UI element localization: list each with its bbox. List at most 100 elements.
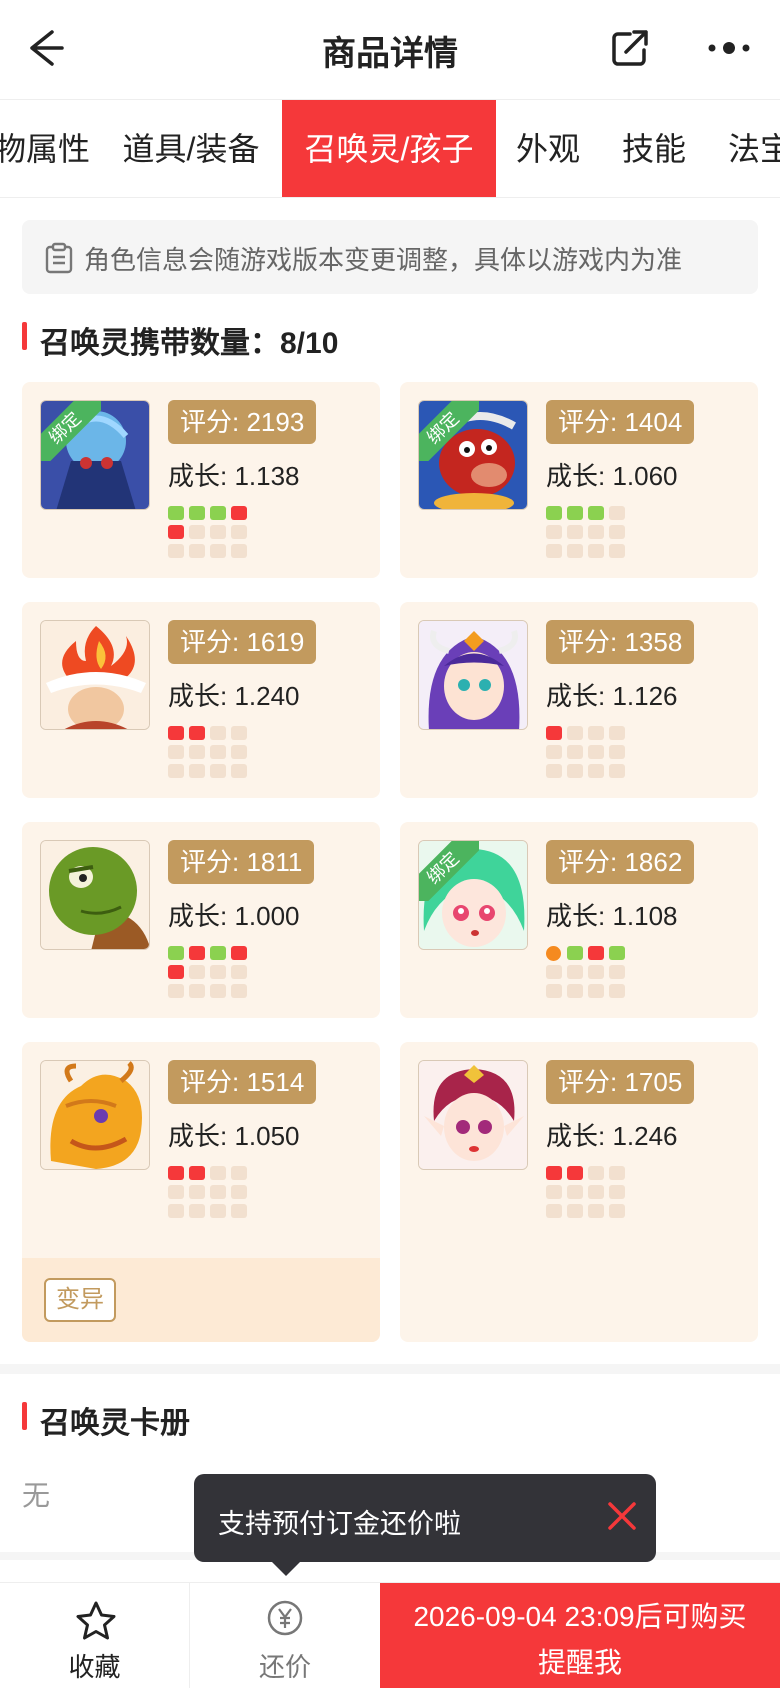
aptitude-dot bbox=[567, 544, 583, 558]
tab-items-equipment[interactable]: 道具/装备 bbox=[110, 100, 272, 197]
bind-badge: 绑定 bbox=[419, 841, 479, 901]
summon-card[interactable]: 评分: 1705 成长: 1.246 bbox=[400, 1042, 758, 1342]
aptitude-dot bbox=[609, 764, 625, 778]
aptitude-dot bbox=[210, 745, 226, 759]
aptitude-dot bbox=[210, 764, 226, 778]
aptitude-dot bbox=[567, 1166, 583, 1180]
star-icon bbox=[76, 1601, 116, 1640]
aptitude-dot bbox=[567, 1185, 583, 1199]
aptitude-dot bbox=[189, 544, 205, 558]
aptitude-dot bbox=[231, 965, 247, 979]
aptitude-dot bbox=[189, 984, 205, 998]
aptitude-dot bbox=[210, 1166, 226, 1180]
aptitude-dot bbox=[567, 946, 583, 960]
aptitude-dot bbox=[168, 764, 184, 778]
tab-attributes[interactable]: 物属性 bbox=[0, 100, 90, 197]
purchase-time-text: 2026-09-04 23:09后可购买 bbox=[413, 1601, 747, 1632]
aptitude-dot bbox=[567, 506, 583, 520]
aptitude-dot bbox=[231, 984, 247, 998]
summon-card[interactable]: 绑定 评分: 2193 成长: 1.138 bbox=[22, 382, 380, 578]
aptitude-dot bbox=[189, 745, 205, 759]
growth-label: 成长: 1.126 bbox=[546, 681, 678, 711]
growth-label: 成长: 1.060 bbox=[546, 461, 678, 491]
aptitude-dot bbox=[588, 1185, 604, 1199]
favorite-button[interactable]: 收藏 bbox=[0, 1583, 190, 1688]
close-icon[interactable] bbox=[602, 1496, 642, 1536]
summon-avatar: 绑定 bbox=[418, 840, 528, 950]
mutation-tag: 变异 bbox=[44, 1278, 116, 1322]
aptitude-dot bbox=[546, 984, 562, 998]
aptitude-dot bbox=[588, 946, 604, 960]
growth-label: 成长: 1.050 bbox=[168, 1121, 300, 1151]
summon-avatar: 绑定 bbox=[418, 400, 528, 510]
aptitude-dot bbox=[210, 946, 226, 960]
top-navigation-bar: 商品详情 bbox=[0, 0, 780, 100]
aptitude-dot bbox=[210, 506, 226, 520]
aptitude-dot bbox=[210, 1204, 226, 1218]
aptitude-dot bbox=[189, 1166, 205, 1180]
aptitude-dot bbox=[546, 946, 561, 961]
aptitude-dot bbox=[588, 525, 604, 539]
tab-treasure[interactable]: 法宝 bbox=[718, 100, 780, 197]
growth-label: 成长: 1.246 bbox=[546, 1121, 678, 1151]
aptitude-dot bbox=[231, 764, 247, 778]
growth-label: 成长: 1.108 bbox=[546, 901, 678, 931]
more-dots-icon[interactable] bbox=[704, 26, 754, 70]
aptitude-dot bbox=[189, 946, 205, 960]
aptitude-dot bbox=[546, 726, 562, 740]
aptitude-dot bbox=[567, 726, 583, 740]
summon-avatar bbox=[40, 840, 150, 950]
bargain-button[interactable]: 还价 bbox=[190, 1583, 380, 1688]
score-label: 评分: 1358 bbox=[546, 620, 695, 664]
aptitude-dot bbox=[210, 726, 226, 740]
aptitude-dot bbox=[609, 525, 625, 539]
tab-summons-children[interactable]: 召唤灵/孩子 bbox=[282, 100, 496, 197]
aptitude-dot bbox=[546, 764, 562, 778]
summon-card[interactable]: 评分: 1358 成长: 1.126 bbox=[400, 602, 758, 798]
yen-coin-icon bbox=[267, 1600, 303, 1636]
aptitude-dot bbox=[546, 965, 562, 979]
tab-skills[interactable]: 技能 bbox=[612, 100, 696, 197]
remind-me-button[interactable]: 2026-09-04 23:09后可购买 提醒我 bbox=[380, 1583, 780, 1688]
aptitude-dot bbox=[189, 1204, 205, 1218]
tab-appearance[interactable]: 外观 bbox=[506, 100, 590, 197]
bargain-label: 还价 bbox=[258, 1652, 311, 1682]
aptitude-dot bbox=[567, 525, 583, 539]
category-tabs: 物属性 道具/装备 召唤灵/孩子 外观 技能 法宝 bbox=[0, 100, 780, 198]
aptitude-dot bbox=[210, 984, 226, 998]
growth-label: 成长: 1.240 bbox=[168, 681, 300, 711]
aptitude-dot bbox=[231, 745, 247, 759]
aptitude-dot bbox=[609, 1185, 625, 1199]
summon-card[interactable]: 绑定 评分: 1862 成长: 1.108 bbox=[400, 822, 758, 1018]
aptitude-dot bbox=[168, 544, 184, 558]
summon-card[interactable]: 评分: 1619 成长: 1.240 bbox=[22, 602, 380, 798]
aptitude-dot bbox=[210, 525, 226, 539]
aptitude-dot bbox=[231, 1204, 247, 1218]
summon-card[interactable]: 评分: 1514 成长: 1.050 变异 bbox=[22, 1042, 380, 1342]
summon-card[interactable]: 绑定 评分: 1404 成长: 1.060 bbox=[400, 382, 758, 578]
aptitude-dot bbox=[609, 544, 625, 558]
aptitude-dot bbox=[546, 525, 562, 539]
aptitude-dot bbox=[588, 1166, 604, 1180]
aptitude-dot bbox=[567, 764, 583, 778]
aptitude-dot bbox=[546, 1204, 562, 1218]
aptitude-dot bbox=[609, 984, 625, 998]
aptitude-dot bbox=[567, 1204, 583, 1218]
aptitude-dot bbox=[588, 965, 604, 979]
aptitude-dot bbox=[210, 965, 226, 979]
card-footer: 变异 bbox=[22, 1258, 380, 1342]
aptitude-dot bbox=[231, 1185, 247, 1199]
aptitude-dot bbox=[231, 726, 247, 740]
summon-card[interactable]: 评分: 1811 成长: 1.000 bbox=[22, 822, 380, 1018]
aptitude-dot bbox=[546, 506, 562, 520]
page-title: 商品详情 bbox=[322, 35, 458, 73]
aptitude-dot bbox=[567, 984, 583, 998]
share-icon[interactable] bbox=[608, 26, 652, 70]
aptitude-dot bbox=[588, 745, 604, 759]
aptitude-dot bbox=[546, 1166, 562, 1180]
toast-text: 支持预付订金还价啦 bbox=[218, 1509, 461, 1539]
aptitude-dot bbox=[609, 726, 625, 740]
summon-avatar bbox=[418, 620, 528, 730]
card-album-heading: 召唤灵卡册 bbox=[22, 1398, 190, 1442]
aptitude-dot bbox=[609, 506, 625, 520]
